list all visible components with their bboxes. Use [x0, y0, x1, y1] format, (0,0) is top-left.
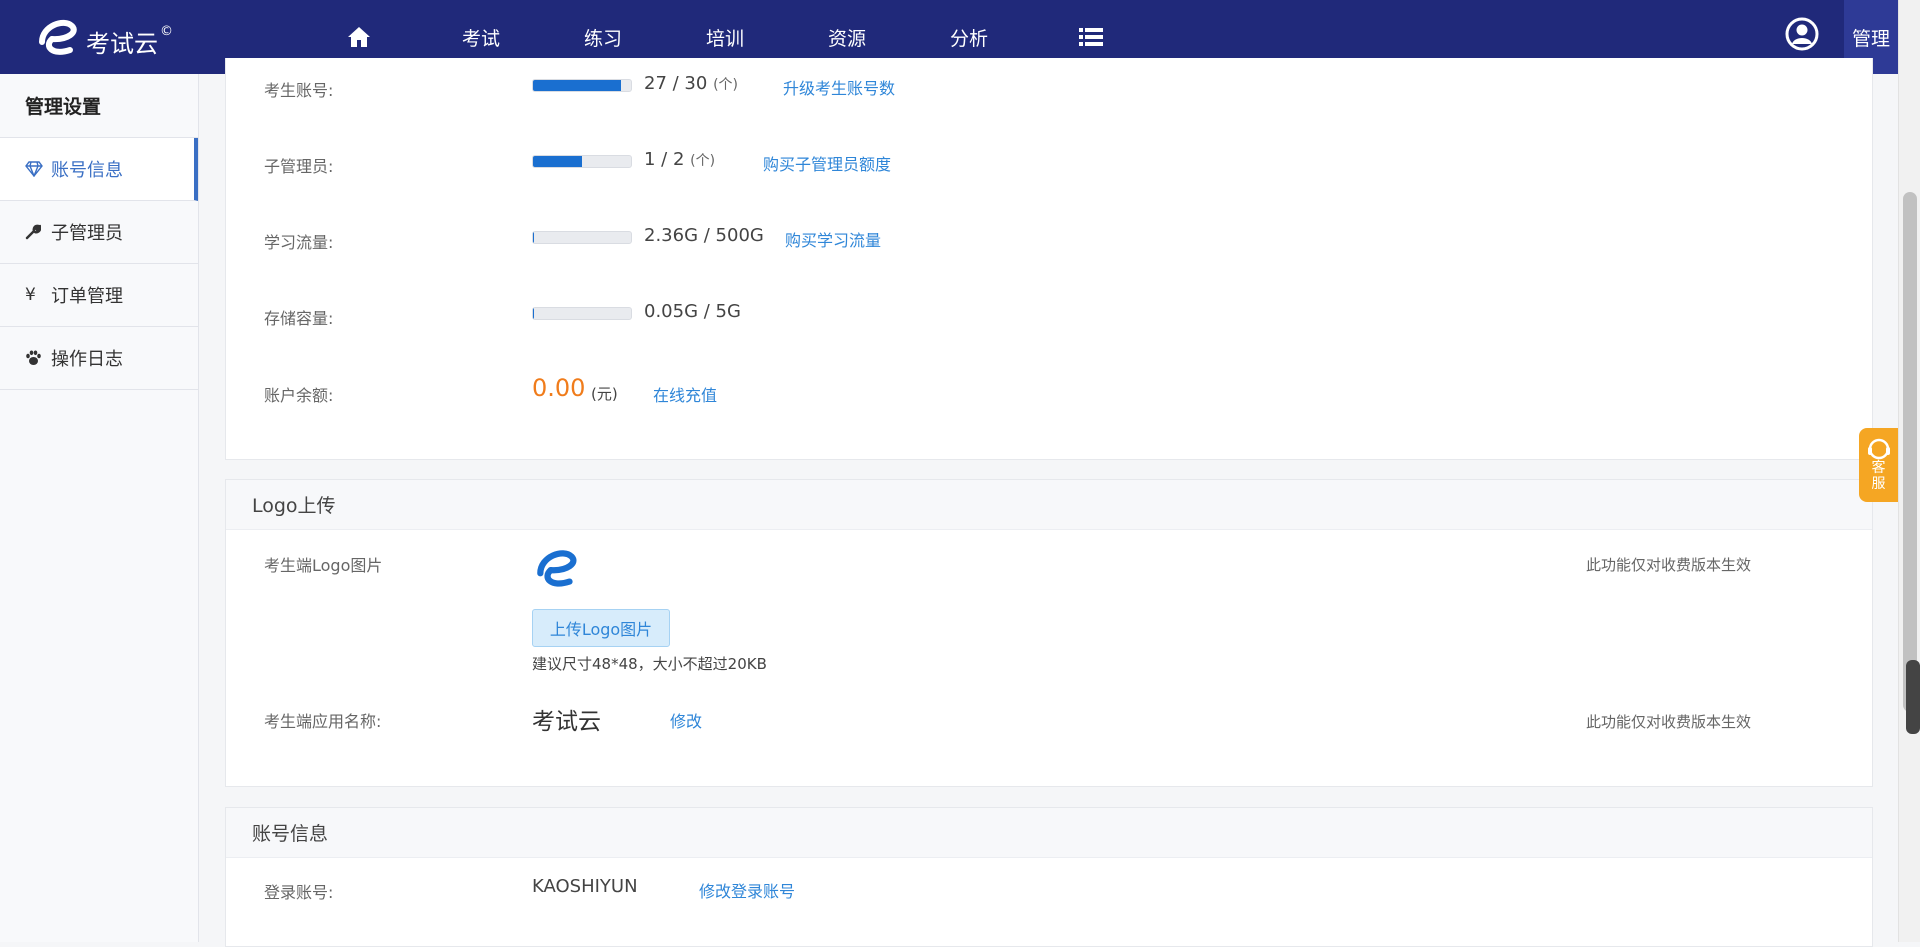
quota-label-storage: 存储容量: — [264, 309, 334, 328]
app-name-value: 考试云 — [532, 709, 601, 735]
student-logo-preview-icon — [537, 550, 577, 587]
recharge-link[interactable]: 在线充值 — [653, 382, 717, 406]
sidebar-item-label: 子管理员 — [51, 223, 123, 244]
quota-unit: (个) — [713, 77, 738, 93]
buy-traffic-link[interactable]: 购买学习流量 — [785, 227, 881, 251]
quota-bar-storage — [532, 307, 632, 320]
logo-upload-card: Logo上传 考生端Logo图片 此功能仅对收费版本生效 上传Logo图片 建议… — [225, 479, 1873, 787]
list-icon — [1079, 28, 1103, 46]
sidebar-item-label: 订单管理 — [51, 286, 123, 307]
logo-section-title: Logo上传 — [226, 480, 1872, 530]
sidebar-item-orders[interactable]: ¥ 订单管理 — [0, 264, 198, 327]
paw-icon — [25, 350, 45, 366]
account-section-title: 账号信息 — [226, 808, 1872, 858]
quota-bar-traffic — [532, 231, 632, 244]
home-icon — [348, 27, 370, 47]
brand-logo[interactable]: 考试云 © — [34, 12, 173, 60]
user-avatar-icon[interactable] — [1784, 16, 1820, 52]
diamond-icon — [25, 161, 45, 177]
quota-card: 考生账号: 27 / 30 (个) 升级考生账号数 子管理员: 1 / 2 (个… — [225, 58, 1873, 460]
login-account-value: KAOSHIYUN — [532, 876, 638, 897]
modify-app-name-link[interactable]: 修改 — [670, 708, 702, 732]
brand-copyright: © — [160, 23, 173, 39]
sidebar-item-logs[interactable]: 操作日志 — [0, 327, 198, 390]
brand-name: 考试云 — [86, 29, 158, 58]
floating-side-widget[interactable] — [1906, 660, 1920, 734]
quota-bar-fill — [533, 232, 535, 243]
upload-logo-button[interactable]: 上传Logo图片 — [532, 609, 670, 647]
buy-subadmin-quota-link[interactable]: 购买子管理员额度 — [763, 151, 891, 175]
login-account-label: 登录账号: — [264, 883, 334, 902]
quota-bar-subadmins — [532, 155, 632, 168]
quota-value-traffic: 2.36G / 500G — [644, 225, 764, 246]
quota-bar-students — [532, 79, 632, 92]
sidebar-title: 管理设置 — [0, 74, 198, 138]
app-name-label: 考生端应用名称: — [264, 712, 382, 731]
sidebar-item-sub-admins[interactable]: 子管理员 — [0, 201, 198, 264]
modify-login-account-link[interactable]: 修改登录账号 — [699, 878, 795, 902]
paid-feature-note: 此功能仅对收费版本生效 — [1586, 556, 1752, 574]
balance-label: 账户余额: — [264, 386, 334, 405]
scrollbar-thumb[interactable] — [1903, 192, 1917, 712]
sidebar-item-label: 账号信息 — [51, 160, 123, 181]
brand-e-icon — [39, 19, 77, 55]
quota-label-subadmins: 子管理员: — [264, 157, 334, 176]
quota-bar-fill — [533, 80, 622, 91]
service-label-2: 服 — [1871, 476, 1886, 492]
quota-label-students: 考生账号: — [264, 81, 334, 100]
quota-unit: (个) — [690, 153, 716, 169]
student-logo-label: 考生端Logo图片 — [264, 556, 383, 575]
page-scrollbar[interactable] — [1898, 0, 1920, 942]
yen-icon: ¥ — [25, 285, 36, 305]
quota-bar-fill — [533, 156, 582, 167]
quota-value-subadmins: 1 / 2 (个) — [644, 149, 715, 170]
quota-value-students: 27 / 30 (个) — [644, 73, 738, 94]
quota-value-storage: 0.05G / 5G — [644, 301, 741, 322]
quota-value-text: 1 / 2 — [644, 149, 685, 170]
service-label-1: 客 — [1871, 460, 1886, 476]
paid-feature-note-2: 此功能仅对收费版本生效 — [1586, 713, 1752, 731]
balance-unit: (元) — [591, 385, 618, 403]
logo-size-hint: 建议尺寸48*48，大小不超过20KB — [532, 655, 767, 673]
upgrade-student-accounts-link[interactable]: 升级考生账号数 — [783, 75, 895, 99]
quota-value-text: 27 / 30 — [644, 73, 708, 94]
headset-icon — [1867, 438, 1890, 460]
account-info-card: 账号信息 登录账号: KAOSHIYUN 修改登录账号 — [225, 807, 1873, 947]
wrench-icon — [25, 224, 45, 240]
quota-bar-fill — [533, 308, 535, 319]
sidebar-item-label: 操作日志 — [51, 349, 123, 370]
quota-label-traffic: 学习流量: — [264, 233, 334, 252]
sidebar-item-account-info[interactable]: 账号信息 — [0, 138, 198, 201]
balance-value: 0.00 — [532, 374, 586, 402]
sidebar: 管理设置 账号信息 子管理员 ¥ 订单管理 操作日志 — [0, 74, 199, 942]
customer-service-widget[interactable]: 客 服 — [1859, 428, 1898, 502]
